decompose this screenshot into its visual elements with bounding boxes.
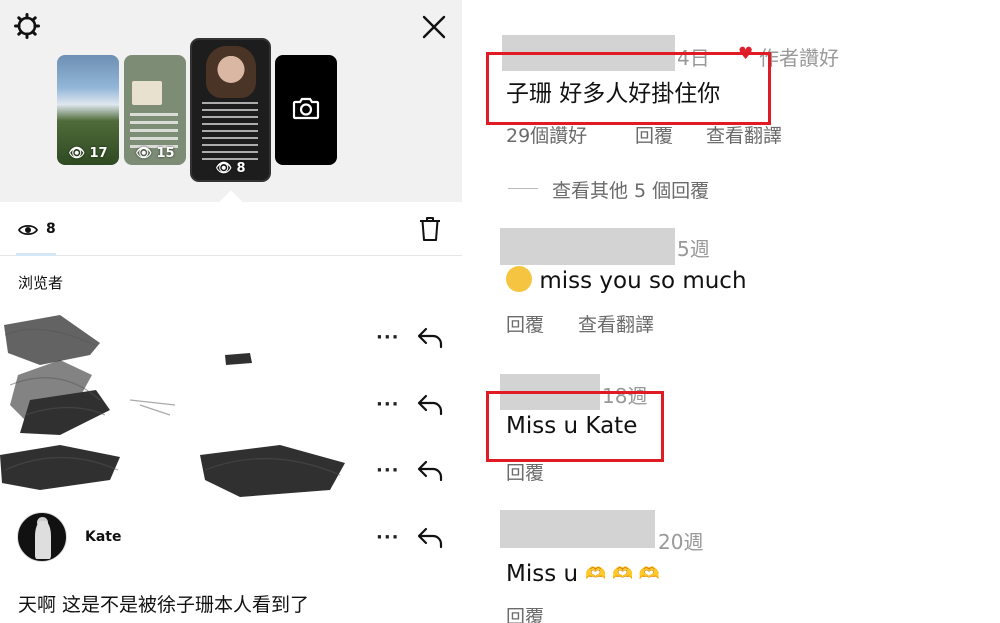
reply-button[interactable]: 回覆 (506, 602, 544, 623)
comment-text-row: Miss u 🫶 🫶 🫶 (506, 561, 660, 587)
crying-face-icon (506, 266, 532, 292)
comment-time: 5週 (677, 237, 710, 261)
story-viewer-panel: 👁 17 👁 15 👁 8 8 浏览者 ··· ··· ··· Kate ···… (0, 0, 462, 623)
comment-text: 子珊 好多人好掛住你 (506, 81, 721, 107)
viewer-row-actions: ··· (376, 392, 446, 422)
camera-icon (292, 97, 320, 120)
story-thumbnail-selected[interactable]: 👁 8 (190, 38, 271, 182)
more-icon[interactable]: ··· (376, 329, 400, 347)
reply-icon[interactable] (416, 325, 444, 349)
caption-text: 天啊 这是不是被徐子珊本人看到了 (18, 594, 310, 616)
view-count: 👁 17 (68, 146, 108, 161)
comment-time: 20週 (658, 530, 704, 554)
redacted-username (500, 510, 655, 548)
add-story-button[interactable] (275, 55, 337, 165)
more-icon[interactable]: ··· (376, 529, 400, 547)
story-thumbnail-strip: 👁 17 👁 15 👁 8 (0, 0, 462, 202)
reply-button[interactable]: 回覆 (506, 458, 544, 485)
comments-panel: 4日 ♥ 作者讚好 子珊 好多人好掛住你 29個讚好 回覆 查看翻譯 查看其他 … (462, 0, 1000, 623)
more-icon[interactable]: ··· (376, 396, 400, 414)
viewer-row-actions: ··· (376, 325, 446, 355)
reply-button[interactable]: 回覆 (506, 310, 544, 337)
view-more-replies-button[interactable]: 查看其他 5 個回覆 (552, 176, 709, 203)
viewer-count: 8 (46, 221, 56, 237)
story-thumbnail[interactable]: 👁 17 (57, 55, 119, 165)
reply-icon[interactable] (416, 458, 444, 482)
viewer-row-actions: ··· (376, 458, 446, 488)
eye-icon[interactable] (18, 223, 38, 237)
view-count: 👁 8 (215, 161, 246, 176)
creator-liked-label: 作者讚好 (759, 46, 839, 70)
redacted-viewers (0, 315, 345, 497)
gear-icon[interactable] (14, 13, 40, 39)
avatar[interactable] (17, 512, 67, 562)
viewer-tab-bar: 8 (0, 202, 462, 256)
translate-button[interactable]: 查看翻譯 (706, 121, 782, 148)
heart-hands-icon: 🫶 🫶 🫶 (585, 564, 660, 584)
view-count: 👁 15 (135, 146, 175, 161)
comment-text: Miss u Kate (506, 413, 638, 439)
trash-icon[interactable] (419, 216, 441, 242)
more-icon[interactable]: ··· (376, 462, 400, 480)
comment-text: miss you so much (539, 268, 747, 294)
comment-text-row: miss you so much (506, 266, 747, 294)
reply-button[interactable]: 回覆 (635, 121, 673, 148)
close-icon[interactable] (420, 13, 448, 41)
translate-button[interactable]: 查看翻譯 (578, 310, 654, 337)
redacted-username (500, 228, 675, 265)
viewer-username[interactable]: Kate (85, 529, 121, 545)
comment-text: Miss u (506, 561, 579, 587)
story-thumbnail[interactable]: 👁 15 (124, 55, 186, 165)
viewers-heading: 浏览者 (18, 274, 64, 292)
reply-icon[interactable] (416, 525, 444, 549)
viewer-row-actions: ··· (376, 525, 446, 555)
reply-icon[interactable] (416, 392, 444, 416)
comment-likes[interactable]: 29個讚好 (506, 121, 587, 148)
